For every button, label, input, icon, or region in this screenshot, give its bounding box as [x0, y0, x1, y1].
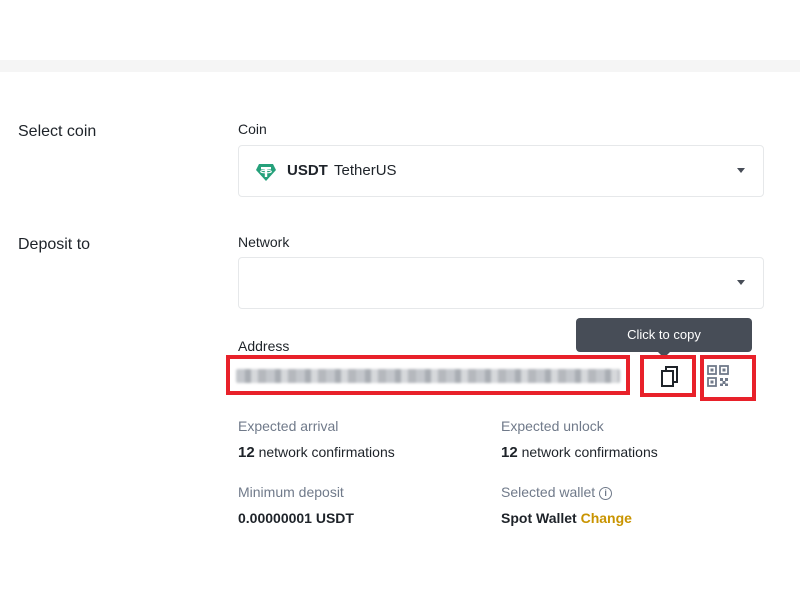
expected-arrival-count: 12 — [238, 444, 255, 461]
expected-unlock-count: 12 — [501, 444, 518, 461]
copy-tooltip: Click to copy — [576, 318, 752, 358]
show-qr-button[interactable] — [700, 355, 756, 401]
chevron-down-icon — [737, 168, 745, 173]
expected-unlock-value: 12 network confirmations — [501, 444, 658, 461]
selected-wallet-name: Spot Wallet — [501, 510, 577, 526]
info-icon[interactable]: i — [599, 487, 613, 500]
deposit-to-heading: Deposit to — [18, 236, 91, 253]
network-select[interactable] — [238, 257, 764, 309]
expected-unlock-text: network confirmations — [521, 444, 658, 460]
coin-label: Coin — [238, 121, 267, 137]
expected-arrival-text: network confirmations — [258, 444, 395, 460]
expected-unlock-label: Expected unlock — [501, 418, 604, 434]
selected-wallet-label: Selected wallet i — [501, 484, 613, 500]
minimum-deposit-value: 0.00000001 USDT — [238, 510, 354, 526]
coin-select[interactable]: USDT TetherUS — [238, 145, 764, 197]
tether-icon — [255, 161, 277, 183]
top-bar — [0, 0, 800, 60]
selected-wallet-value: Spot Wallet Change — [501, 510, 632, 526]
expected-arrival-value: 12 network confirmations — [238, 444, 395, 461]
address-label: Address — [238, 338, 290, 354]
change-wallet-link[interactable]: Change — [581, 510, 632, 526]
copy-address-button[interactable] — [640, 355, 696, 397]
coin-name: TetherUS — [334, 162, 397, 179]
selected-wallet-label-text: Selected wallet — [501, 484, 596, 500]
expected-arrival-label: Expected arrival — [238, 418, 339, 434]
network-label: Network — [238, 234, 290, 250]
address-value-blurred — [236, 369, 620, 383]
address-field[interactable] — [226, 355, 630, 395]
chevron-down-icon — [737, 280, 745, 285]
select-coin-heading: Select coin — [18, 123, 97, 140]
section-divider — [0, 60, 800, 72]
minimum-deposit-label: Minimum deposit — [238, 484, 344, 500]
coin-symbol: USDT — [287, 162, 328, 179]
